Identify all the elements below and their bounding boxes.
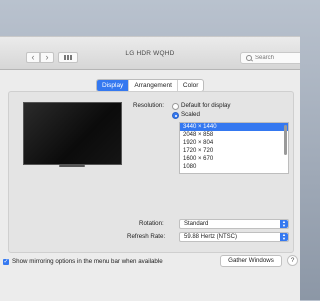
refresh-rate-select[interactable]: 59.88 Hertz (NTSC) ▲ ▼: [179, 232, 289, 242]
list-item[interactable]: 2048 × 858: [180, 131, 288, 139]
mirror-option-label: Show mirroring options in the menu bar w…: [12, 258, 163, 265]
rotation-select[interactable]: Standard ▲ ▼: [179, 219, 289, 229]
search-input[interactable]: [255, 54, 300, 62]
help-button[interactable]: ?: [287, 255, 298, 266]
list-item[interactable]: 1600 × 670: [180, 155, 288, 163]
rotation-value: Standard: [184, 221, 209, 227]
chevron-updown-icon: ▲ ▼: [280, 233, 288, 241]
scaled-label: Scaled: [181, 111, 200, 118]
default-for-display-label: Default for display: [181, 102, 231, 109]
refresh-rate-value: 59.88 Hertz (NTSC): [184, 234, 238, 240]
list-item[interactable]: 1080: [180, 163, 288, 171]
title-bar: ‹ › LG HDR WQHD: [0, 37, 300, 70]
monitor-image: [23, 102, 122, 165]
chevron-updown-icon: ▲ ▼: [280, 220, 288, 228]
monitor-stand: [59, 165, 85, 167]
radio-scaled[interactable]: [172, 112, 179, 119]
radio-default-for-display[interactable]: [172, 103, 179, 110]
list-item[interactable]: 1920 × 804: [180, 139, 288, 147]
rotation-label: Rotation:: [139, 220, 164, 227]
list-scrollbar[interactable]: [284, 125, 287, 155]
system-preferences-window: ‹ › LG HDR WQHD Display Arrangement Colo…: [0, 36, 300, 301]
resolution-list[interactable]: 3440 × 1440 2048 × 858 1920 × 804 1720 ×…: [179, 122, 289, 174]
search-field[interactable]: [240, 52, 300, 64]
refresh-rate-label: Refresh Rate:: [127, 233, 166, 240]
search-icon: [246, 55, 252, 61]
tab-display[interactable]: Display: [97, 80, 129, 91]
gather-windows-button[interactable]: Gather Windows: [220, 255, 282, 267]
tab-arrangement[interactable]: Arrangement: [128, 80, 177, 91]
list-item[interactable]: 1720 × 720: [180, 147, 288, 155]
mirror-checkbox[interactable]: ✓: [3, 259, 9, 265]
resolution-label: Resolution:: [133, 102, 164, 109]
list-item[interactable]: 3440 × 1440: [180, 123, 288, 131]
display-pane: Resolution: Default for display Scaled 3…: [8, 91, 294, 253]
tab-color[interactable]: Color: [176, 80, 204, 91]
